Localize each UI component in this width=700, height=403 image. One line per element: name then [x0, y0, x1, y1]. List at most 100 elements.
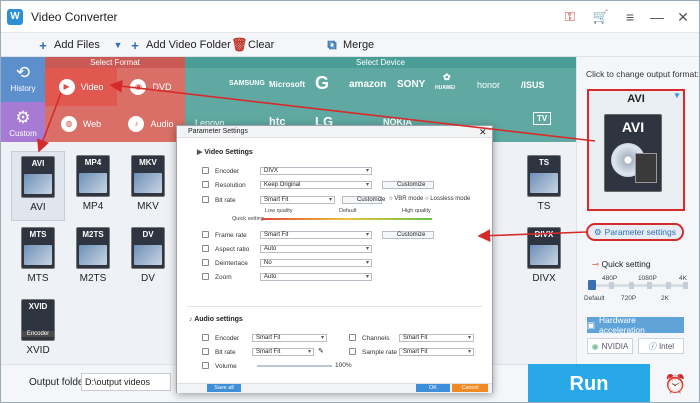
aspect-ratio-select[interactable]: Auto	[260, 245, 372, 253]
cancel-button[interactable]: Cancel	[452, 384, 488, 392]
format-tile-label: DIVX	[532, 273, 556, 284]
intel-chip[interactable]: ⓘ Intel	[638, 338, 684, 354]
framerate-customize-button[interactable]: Customize	[382, 231, 434, 239]
channels-icon	[349, 334, 356, 341]
channels-label: Channels	[362, 335, 390, 342]
brand-honor[interactable]: honor	[477, 80, 500, 90]
format-tile-divx[interactable]: DIVX DIVX	[517, 223, 571, 293]
brand-amazon[interactable]: amazon	[349, 79, 386, 90]
category-video[interactable]: ▶ Video	[45, 68, 117, 106]
edit-pencil-icon[interactable]: ✎	[318, 347, 324, 355]
dropdown-caret-icon[interactable]: ▼	[673, 91, 681, 100]
video-encoder-select[interactable]: DIVX	[260, 167, 372, 175]
merge-icon: ⧉	[327, 37, 337, 52]
audio-bitrate-select[interactable]: Smart Fit	[252, 348, 314, 356]
save-all-button[interactable]: Save all	[207, 384, 241, 392]
format-tile-xvid[interactable]: XVID Encoder XVID	[11, 295, 65, 365]
mp4-file-icon: MP4	[76, 155, 110, 197]
bitrate-select[interactable]: Smart Fit	[260, 196, 335, 204]
audio-bitrate-icon	[202, 348, 209, 355]
divx-file-icon: DIVX	[527, 227, 561, 269]
format-tile-ts[interactable]: TS TS	[517, 151, 571, 221]
title-bar: W Video Converter ⚿ 🛒 ≡ — ✕	[1, 1, 699, 33]
minimize-icon[interactable]: —	[645, 7, 669, 27]
format-tile-label: M2TS	[79, 273, 107, 284]
parameter-settings-button[interactable]: ⚙ Parameter settings	[586, 223, 684, 241]
zoom-select[interactable]: Auto	[260, 273, 372, 281]
format-tile-m2ts[interactable]: M2TS M2TS	[66, 223, 120, 293]
vbr-mode-option[interactable]: ○ VBR mode	[389, 196, 423, 202]
sample-rate-select[interactable]: Smart Fit	[399, 348, 474, 356]
resolution-icon	[202, 181, 209, 188]
clear-button[interactable]: 🗑 Clear	[231, 37, 274, 53]
category-dvd[interactable]: ◉ DVD	[117, 68, 185, 106]
aspect-ratio-label: Aspect ratio	[215, 246, 250, 253]
video-converter-window: W Video Converter ⚿ 🛒 ≡ — ✕ + Add Files …	[0, 0, 700, 403]
category-audio-label: Audio	[150, 119, 174, 129]
app-logo-icon: W	[7, 9, 23, 25]
low-quality-label: Low quality	[265, 208, 293, 214]
format-tile-mts[interactable]: MTS MTS	[11, 223, 65, 293]
menu-icon[interactable]: ≡	[618, 7, 642, 27]
key-icon[interactable]: ⚿	[558, 7, 582, 27]
channels-select[interactable]: Smart Fit	[399, 334, 474, 342]
bitrate-customize-button[interactable]: Customize	[342, 196, 385, 204]
alarm-clock-icon[interactable]: ⏰	[650, 364, 699, 402]
quality-gradient-slider[interactable]	[262, 218, 432, 220]
add-video-folder-button[interactable]: ▼ + Add Video Folder	[112, 37, 231, 53]
brand-tv[interactable]: TV	[533, 112, 552, 125]
sample-rate-icon	[349, 348, 356, 355]
custom-tab[interactable]: ⚙ Custom	[1, 102, 45, 147]
framerate-select[interactable]: Smart Fit	[260, 231, 372, 239]
add-folder-label: Add Video Folder	[146, 39, 231, 51]
resolution-customize-button[interactable]: Customize	[382, 181, 434, 189]
resolution-select[interactable]: Keep Original	[260, 181, 372, 189]
category-web[interactable]: ◍ Web	[45, 106, 117, 142]
format-tile-avi[interactable]: AVI AVI	[11, 151, 65, 221]
m2ts-file-icon: M2TS	[76, 227, 110, 269]
slider-label-1080p: 1080P	[638, 275, 657, 282]
brand-samsung[interactable]: SAMSUNG	[229, 80, 265, 87]
dialog-close-icon[interactable]: ✕	[479, 126, 487, 138]
gear-icon: ⚙	[15, 108, 31, 127]
audio-encoder-select[interactable]: Smart Fit	[252, 334, 327, 342]
close-icon[interactable]: ✕	[671, 7, 695, 27]
encoder-icon	[202, 167, 209, 174]
deinterlace-icon	[202, 259, 209, 266]
deinterlace-select[interactable]: No	[260, 259, 372, 267]
ok-button[interactable]: OK	[416, 384, 450, 392]
brand-microsoft[interactable]: Microsoft	[269, 80, 305, 89]
volume-slider[interactable]	[257, 365, 332, 367]
brand-huawei[interactable]: HUAWEI	[435, 85, 455, 91]
music-icon: ♪	[128, 116, 145, 132]
volume-icon	[202, 362, 209, 369]
slider-label-720p: 720P	[621, 295, 637, 302]
output-folder-input[interactable]: D:\output videos	[81, 373, 171, 391]
plus-icon: +	[39, 37, 47, 53]
brand-google[interactable]: G	[315, 73, 329, 94]
brand-asus[interactable]: /ISUS	[521, 80, 545, 90]
hardware-acceleration-button[interactable]: ▣ Hardware acceleration	[587, 315, 684, 335]
run-button[interactable]: Run	[528, 364, 650, 402]
category-audio[interactable]: ♪ Audio	[117, 106, 185, 142]
chip-icon: ▣	[587, 319, 596, 330]
xvid-file-icon: XVID Encoder	[21, 299, 55, 341]
slider-thumb[interactable]	[588, 280, 596, 290]
format-tile-label: MKV	[137, 201, 159, 212]
brand-sony[interactable]: SONY	[397, 79, 425, 90]
history-tab[interactable]: ⟲ History	[1, 57, 45, 102]
format-tile-dv[interactable]: DV DV	[121, 223, 175, 293]
quality-slider[interactable]	[588, 280, 688, 290]
history-icon: ⟲	[15, 63, 31, 82]
history-label: History	[10, 84, 36, 93]
bitrate-label: Bit rate	[215, 197, 236, 204]
default-quality-label: Default	[339, 208, 357, 214]
high-quality-label: High quality	[402, 208, 431, 214]
format-tile-mkv[interactable]: MKV MKV	[121, 151, 175, 221]
cart-icon[interactable]: 🛒	[589, 7, 613, 27]
merge-button[interactable]: ⧉ Merge	[326, 37, 374, 53]
nvidia-chip[interactable]: ◉ NVIDIA	[587, 338, 633, 354]
lossless-mode-option[interactable]: ○ Lossless mode	[425, 196, 470, 202]
format-tile-mp4[interactable]: MP4 MP4	[66, 151, 120, 221]
add-files-button[interactable]: + Add Files	[37, 37, 100, 53]
